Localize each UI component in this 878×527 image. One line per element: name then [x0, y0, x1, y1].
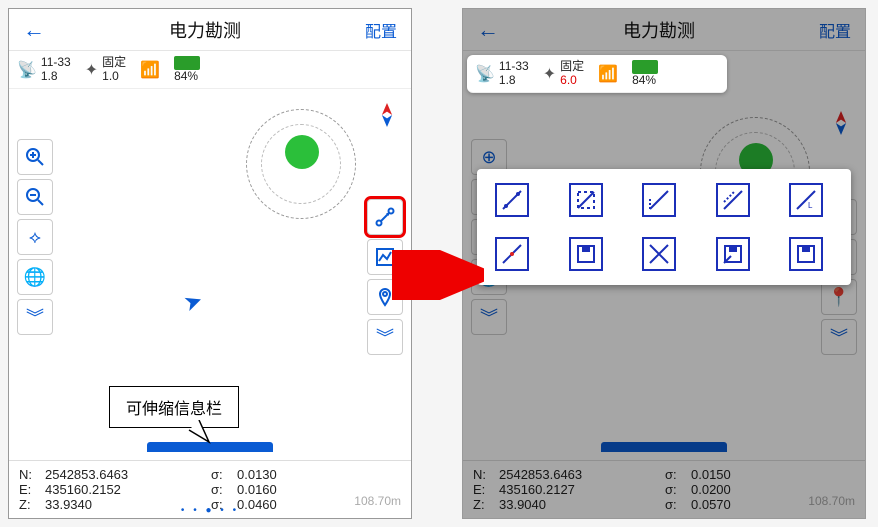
- back-button[interactable]: ←: [477, 17, 499, 43]
- sat-top: 11-33: [41, 56, 71, 69]
- distance-readout: 108.70m: [808, 494, 855, 508]
- battery-status[interactable]: 84%: [174, 56, 200, 83]
- sigma-e-value: 0.0160: [237, 482, 277, 497]
- back-button[interactable]: ←: [23, 17, 45, 43]
- right-screenshot: ← 电力勘测 配置 📡 11-33 1.8 ✦ 固定 6.0 📶: [462, 8, 866, 519]
- sat-top: 11-33: [499, 60, 529, 73]
- globe-button[interactable]: 🌐: [17, 259, 53, 295]
- zoom-out-button[interactable]: [17, 179, 53, 215]
- fix-label: 固定: [102, 56, 126, 69]
- e-label: E:: [19, 482, 39, 497]
- sigma-e-label: σ:: [665, 482, 685, 497]
- tool-offset-angle[interactable]: [642, 183, 676, 217]
- expand-right-button[interactable]: ︾: [367, 319, 403, 355]
- sigma-e-value: 0.0200: [691, 482, 731, 497]
- satellite-icon: 📡: [17, 60, 37, 80]
- coordinate-bar[interactable]: N: 2542853.6463 σ: 0.0130 E: 435160.2152 σ: 0.…: [9, 460, 411, 518]
- config-button[interactable]: 配置: [819, 18, 851, 42]
- n-label: N:: [473, 467, 493, 482]
- n-value: 2542853.6463: [45, 467, 205, 482]
- fix-icon: ✦: [543, 64, 556, 84]
- sigma-z-value: 0.0460: [237, 497, 277, 512]
- measure-tools-popup: L: [477, 169, 851, 285]
- radio-status[interactable]: 📶: [598, 64, 618, 84]
- page-dots: • • ● • •: [181, 505, 239, 516]
- tool-save-2[interactable]: [716, 237, 750, 271]
- battery-pct: 84%: [632, 74, 658, 87]
- tool-save-1[interactable]: [569, 237, 603, 271]
- battery-icon: [174, 56, 200, 70]
- fix-status[interactable]: ✦ 固定 6.0: [543, 60, 584, 86]
- measure-button[interactable]: [367, 199, 403, 235]
- page-title: 电力勘测: [169, 17, 241, 43]
- sigma-n-label: σ:: [211, 467, 231, 482]
- z-label: Z:: [19, 497, 39, 512]
- titlebar: ← 电力勘测 配置: [9, 9, 411, 51]
- battery-pct: 84%: [174, 70, 200, 83]
- z-label: Z:: [473, 497, 493, 512]
- sigma-n-value: 0.0150: [691, 467, 731, 482]
- radio-status[interactable]: 📶: [140, 60, 160, 80]
- fix-value: 1.0: [102, 70, 126, 83]
- satellite-status[interactable]: 📡 11-33 1.8: [17, 56, 71, 82]
- fix-status[interactable]: ✦ 固定 1.0: [85, 56, 126, 82]
- callout-label: 可伸缩信息栏: [109, 386, 239, 428]
- cursor-icon: ➤: [180, 287, 206, 318]
- fix-label: 固定: [560, 60, 584, 73]
- config-button[interactable]: 配置: [365, 18, 397, 42]
- map-area[interactable]: ➤: [9, 89, 411, 429]
- tool-offset-red[interactable]: [495, 237, 529, 271]
- compass-icon[interactable]: [831, 111, 851, 135]
- center-button[interactable]: ⟡: [17, 219, 53, 255]
- status-bar: 📡 11-33 1.8 ✦ 固定 1.0 📶 84%: [9, 51, 411, 89]
- left-screenshot: ← 电力勘测 配置 📡 11-33 1.8 ✦ 固定 1.0 📶: [8, 8, 412, 519]
- e-label: E:: [473, 482, 493, 497]
- n-value: 2542853.6463: [499, 467, 659, 482]
- expand-left-button[interactable]: ︾: [17, 299, 53, 335]
- tool-offset-line[interactable]: [716, 183, 750, 217]
- sigma-n-label: σ:: [665, 467, 685, 482]
- titlebar: ← 电力勘测 配置: [463, 9, 865, 51]
- compass-icon[interactable]: [377, 103, 397, 127]
- n-label: N:: [19, 467, 39, 482]
- battery-status[interactable]: 84%: [632, 60, 658, 87]
- tool-offset-distance[interactable]: [569, 183, 603, 217]
- annotation-arrow: [392, 250, 484, 300]
- page-title: 电力勘测: [623, 17, 695, 43]
- callout-tail: [181, 420, 215, 450]
- radio-icon: 📶: [598, 64, 618, 84]
- distance-readout: 108.70m: [354, 494, 401, 508]
- e-value: 435160.2152: [45, 482, 205, 497]
- sigma-n-value: 0.0130: [237, 467, 277, 482]
- status-bar: 📡 11-33 1.8 ✦ 固定 6.0 📶 84%: [467, 55, 727, 93]
- left-toolbar: ⟡ 🌐 ︾: [17, 139, 53, 335]
- satellite-status[interactable]: 📡 11-33 1.8: [475, 60, 529, 86]
- svg-text:L: L: [808, 201, 813, 210]
- satellite-icon: 📡: [475, 64, 495, 84]
- tool-save-3[interactable]: [789, 237, 823, 271]
- coordinate-bar[interactable]: N: 2542853.6463 σ: 0.0150 E: 435160.2127 σ: 0.…: [463, 460, 865, 518]
- position-dot: [285, 135, 319, 169]
- sat-bottom: 1.8: [41, 70, 71, 83]
- expand-right-button[interactable]: ︾: [821, 319, 857, 355]
- info-tab-handle[interactable]: [601, 442, 727, 452]
- radio-icon: 📶: [140, 60, 160, 80]
- tool-intersect[interactable]: [642, 237, 676, 271]
- sigma-z-label: σ:: [665, 497, 685, 512]
- tool-offset-point[interactable]: [495, 183, 529, 217]
- e-value: 435160.2127: [499, 482, 659, 497]
- expand-left-button[interactable]: ︾: [471, 299, 507, 335]
- fix-value: 6.0: [560, 74, 584, 87]
- fix-icon: ✦: [85, 60, 98, 80]
- sigma-e-label: σ:: [211, 482, 231, 497]
- tool-offset-lat[interactable]: L: [789, 183, 823, 217]
- z-value: 33.9040: [499, 497, 659, 512]
- sigma-z-value: 0.0570: [691, 497, 731, 512]
- zoom-in-button[interactable]: [17, 139, 53, 175]
- sat-bottom: 1.8: [499, 74, 529, 87]
- battery-icon: [632, 60, 658, 74]
